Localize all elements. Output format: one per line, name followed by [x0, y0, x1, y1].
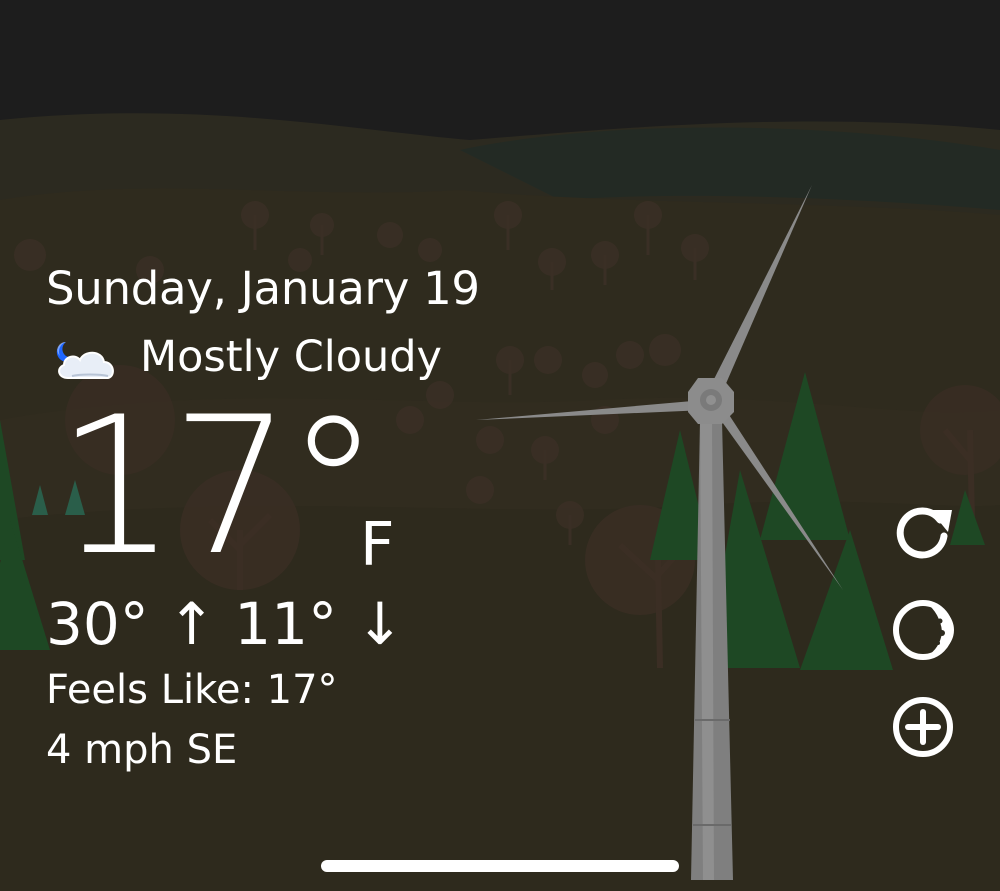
home-indicator[interactable]	[321, 860, 679, 872]
temperature-unit: F	[360, 510, 395, 580]
high-low-temperature: 30° ↑ 11° ↓	[46, 590, 405, 658]
add-circle-icon	[893, 697, 953, 757]
feels-like-temperature: Feels Like: 17°	[46, 667, 338, 713]
theme-toggle-button[interactable]	[890, 597, 956, 663]
date-heading: Sunday, January 19	[46, 262, 480, 315]
refresh-icon	[896, 507, 952, 559]
condition-label: Mostly Cloudy	[140, 332, 443, 382]
add-location-button[interactable]	[890, 694, 956, 760]
wind-speed-direction: 4 mph SE	[46, 727, 238, 773]
current-temperature: 17°	[56, 376, 381, 597]
weather-screen: Sunday, January 19 Mostly Cloudy 17° F 3…	[0, 0, 1000, 891]
refresh-button[interactable]	[890, 498, 956, 564]
moon-phase-icon	[893, 600, 954, 660]
